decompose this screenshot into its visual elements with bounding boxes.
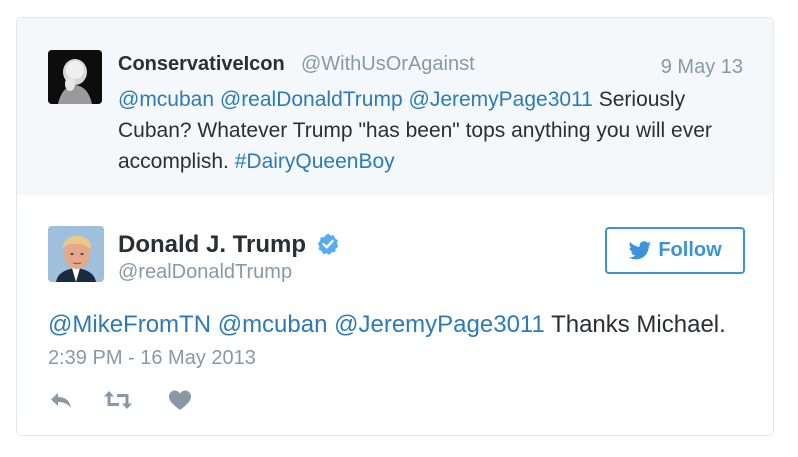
follow-label: Follow (658, 239, 722, 261)
tweet-timestamp[interactable]: 2:39 PM - 16 May 2013 (48, 347, 256, 370)
reply-icon[interactable] (48, 388, 78, 416)
parent-tweet[interactable]: ConservativeIcon @WithUsOrAgainst 9 May … (17, 18, 773, 195)
retweet-icon[interactable] (103, 388, 133, 416)
mention-link[interactable]: @mcuban (218, 311, 328, 338)
verified-icon (316, 232, 340, 256)
twitter-bird-icon (628, 240, 652, 259)
author-display-name[interactable]: Donald J. Trump (118, 231, 306, 259)
mention-link[interactable]: @MikeFromTN (48, 311, 211, 338)
parent-avatar[interactable] (48, 50, 102, 104)
parent-display-name[interactable]: ConservativeIcon (118, 53, 285, 76)
follow-button[interactable]: Follow (605, 227, 745, 274)
mention-link[interactable]: @JeremyPage3011 (334, 311, 545, 338)
parent-date[interactable]: 9 May 13 (661, 56, 743, 79)
main-text-body: Thanks Michael. (551, 311, 726, 338)
main-tweet-text: @MikeFromTN @mcuban @JeremyPage3011 Than… (48, 311, 726, 339)
author-avatar[interactable] (48, 226, 104, 282)
parent-handle[interactable]: @WithUsOrAgainst (301, 53, 475, 76)
tweet-embed-card: ConservativeIcon @WithUsOrAgainst 9 May … (16, 17, 774, 436)
hashtag-link[interactable]: #DairyQueenBoy (235, 150, 395, 173)
like-icon[interactable] (167, 388, 197, 416)
mention-link[interactable]: @mcuban (118, 88, 214, 111)
parent-tweet-text: @mcuban @realDonaldTrump @JeremyPage3011… (118, 84, 718, 177)
mention-link[interactable]: @JeremyPage3011 (409, 88, 593, 111)
author-handle[interactable]: @realDonaldTrump (118, 261, 292, 284)
mention-link[interactable]: @realDonaldTrump (220, 88, 403, 111)
